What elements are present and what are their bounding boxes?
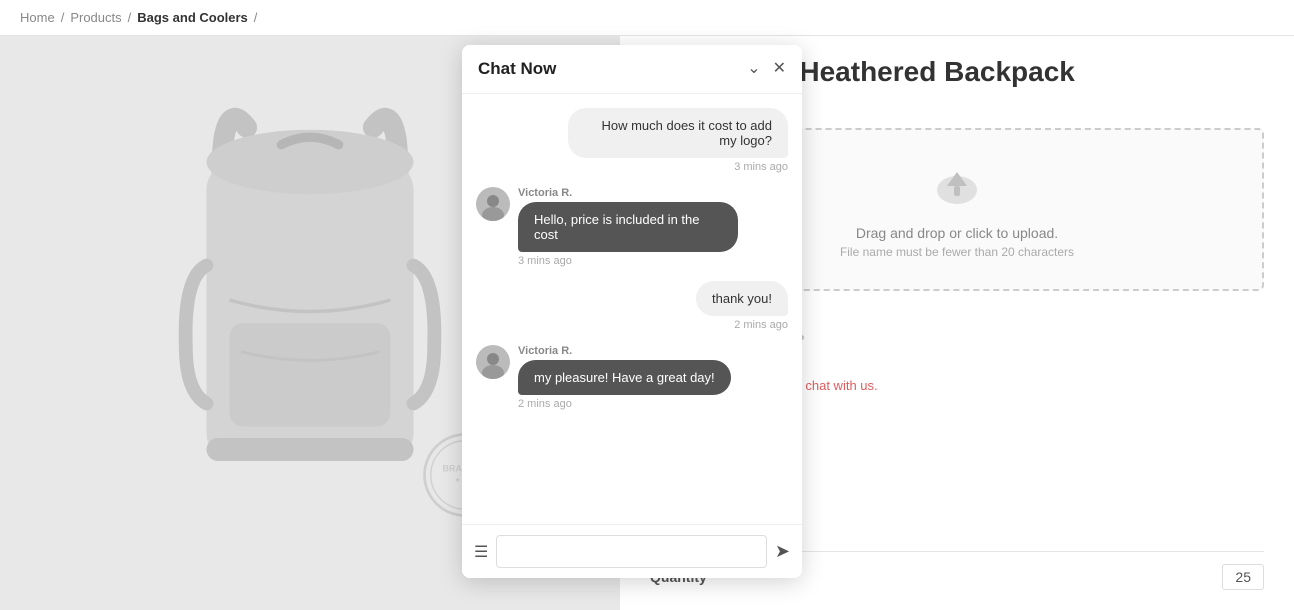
chat-with-us-link[interactable]: chat with us. bbox=[805, 378, 877, 393]
chat-bubble-wrapper-4: Victoria R. my pleasure! Have a great da… bbox=[518, 345, 731, 395]
breadcrumb: Home / Products / Bags and Coolers / bbox=[0, 0, 1294, 36]
breadcrumb-category[interactable]: Bags and Coolers bbox=[137, 10, 248, 25]
chat-time-3: 2 mins ago bbox=[734, 319, 788, 331]
breadcrumb-sep3: / bbox=[254, 10, 258, 25]
chat-widget: Chat Now ⌄ ✕ How much does it cost to ad… bbox=[462, 45, 802, 578]
chat-time-2: 3 mins ago bbox=[518, 255, 572, 267]
agent-avatar-2 bbox=[476, 187, 510, 221]
breadcrumb-sep2: / bbox=[128, 10, 132, 25]
chat-input[interactable] bbox=[496, 535, 767, 568]
breadcrumb-products[interactable]: Products bbox=[70, 10, 121, 25]
chat-agent-row-2: Victoria R. Hello, price is included in … bbox=[476, 187, 738, 252]
chat-message-1: How much does it cost to add my logo? 3 … bbox=[476, 108, 788, 183]
chat-time-1: 3 mins ago bbox=[734, 161, 788, 173]
chat-footer: ☰ ➤ bbox=[462, 524, 802, 578]
chat-body: How much does it cost to add my logo? 3 … bbox=[462, 94, 802, 524]
chat-message-3: thank you! 2 mins ago bbox=[476, 281, 788, 341]
chat-bubble-3: thank you! bbox=[696, 281, 788, 316]
breadcrumb-home[interactable]: Home bbox=[20, 10, 55, 25]
chat-bubble-2: Hello, price is included in the cost bbox=[518, 202, 738, 252]
chat-menu-icon[interactable]: ☰ bbox=[474, 542, 488, 562]
chat-bubble-1: How much does it cost to add my logo? bbox=[568, 108, 788, 158]
chat-bubble-wrapper-2: Victoria R. Hello, price is included in … bbox=[518, 187, 738, 252]
chat-bubble-4: my pleasure! Have a great day! bbox=[518, 360, 731, 395]
chat-header-icons: ⌄ ✕ bbox=[747, 61, 786, 77]
chat-title: Chat Now bbox=[478, 59, 556, 79]
chat-send-icon[interactable]: ➤ bbox=[775, 541, 790, 562]
agent-name-2: Victoria R. bbox=[518, 187, 738, 199]
chat-message-4: Victoria R. my pleasure! Have a great da… bbox=[476, 345, 788, 420]
chat-message-2: Victoria R. Hello, price is included in … bbox=[476, 187, 788, 277]
chat-time-4: 2 mins ago bbox=[518, 398, 572, 410]
agent-name-4: Victoria R. bbox=[518, 345, 731, 357]
breadcrumb-sep1: / bbox=[61, 10, 65, 25]
chat-close-icon[interactable]: ✕ bbox=[773, 61, 786, 77]
chat-header: Chat Now ⌄ ✕ bbox=[462, 45, 802, 94]
chat-minimize-icon[interactable]: ⌄ bbox=[747, 61, 760, 77]
quantity-value: 25 bbox=[1222, 564, 1264, 590]
chat-agent-row-4: Victoria R. my pleasure! Have a great da… bbox=[476, 345, 731, 395]
agent-avatar-4 bbox=[476, 345, 510, 379]
